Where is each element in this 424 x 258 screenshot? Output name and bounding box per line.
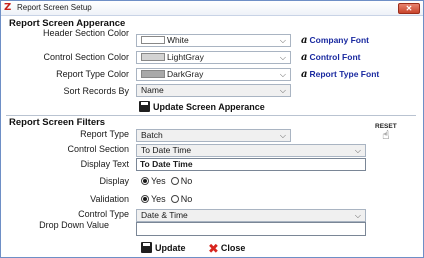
dropdown-value-textarea[interactable]: [136, 222, 366, 236]
report-type-color-label: Report Type Color: [56, 69, 129, 79]
radio-checked-icon: [141, 177, 149, 185]
report-type-value: Batch: [141, 130, 163, 140]
control-color-dropdown[interactable]: LightGray ⌵: [136, 51, 291, 64]
red-x-icon: ✖: [208, 242, 219, 257]
control-font-label: Control Font: [309, 52, 361, 62]
font-icon: a: [301, 35, 308, 46]
update-button[interactable]: Update: [141, 242, 186, 253]
control-type-label: Control Type: [78, 209, 129, 219]
report-screen-setup-window: Z Report Screen Setup ✕ Report Screen Ap…: [0, 0, 424, 258]
close-label: Close: [220, 243, 246, 253]
company-font-label: Company Font: [309, 35, 369, 45]
radio-unchecked-icon: [170, 177, 179, 185]
validation-no-label: No: [180, 194, 193, 204]
update-appearance-button[interactable]: Update Screen Apperance: [139, 101, 265, 112]
control-color-value: LightGray: [167, 52, 204, 62]
validation-radio-group: Yes No: [141, 194, 192, 204]
control-type-value: Date & Time: [141, 210, 188, 220]
sort-records-dropdown[interactable]: Name ⌵: [136, 84, 291, 97]
update-appearance-label: Update Screen Apperance: [153, 102, 265, 112]
radio-checked-icon: [141, 195, 149, 203]
report-type-font-label: Report Type Font: [309, 69, 380, 79]
display-radio-group: Yes No: [141, 176, 192, 186]
app-icon: Z: [4, 2, 12, 13]
chevron-down-icon: ⌵: [354, 146, 361, 155]
chevron-down-icon: ⌵: [279, 131, 286, 140]
header-color-label: Header Section Color: [42, 28, 129, 38]
title-bar: Z Report Screen Setup ✕: [1, 1, 423, 16]
display-label: Display: [99, 176, 129, 186]
display-text-input[interactable]: To Date Time: [136, 158, 366, 171]
display-no-label: No: [180, 176, 193, 186]
display-no-radio[interactable]: No: [170, 176, 193, 186]
report-type-color-dropdown[interactable]: DarkGray ⌵: [136, 68, 291, 81]
control-section-label: Control Section: [67, 144, 129, 154]
validation-yes-radio[interactable]: Yes: [141, 194, 166, 204]
window-title: Report Screen Setup: [17, 3, 92, 12]
font-icon: a: [301, 69, 308, 80]
reset-button[interactable]: RESET ☝: [375, 123, 397, 142]
control-section-value: To Date Time: [141, 145, 192, 155]
company-font-button[interactable]: a Company Font: [301, 35, 369, 46]
display-text-label: Display Text: [80, 159, 129, 169]
header-color-dropdown[interactable]: White ⌵: [136, 34, 291, 47]
dropdown-value-label: Drop Down Value: [39, 220, 109, 230]
section-divider: [6, 115, 416, 116]
control-font-button[interactable]: a Control Font: [301, 52, 360, 63]
radio-unchecked-icon: [170, 195, 179, 203]
chevron-down-icon: ⌵: [354, 211, 361, 220]
filters-section-title: Report Screen Filters: [9, 117, 106, 128]
validation-yes-label: Yes: [151, 194, 166, 204]
floppy-disk-icon: [141, 242, 152, 253]
header-color-value: White: [167, 35, 189, 45]
close-button[interactable]: ✖ Close: [208, 242, 245, 257]
chevron-down-icon: ⌵: [279, 36, 286, 45]
chevron-down-icon: ⌵: [279, 70, 286, 79]
report-type-color-value: DarkGray: [167, 69, 204, 79]
chevron-down-icon: ⌵: [279, 53, 286, 62]
display-yes-label: Yes: [151, 176, 166, 186]
display-yes-radio[interactable]: Yes: [141, 176, 166, 186]
darkgray-swatch: [141, 70, 165, 78]
control-section-dropdown[interactable]: To Date Time ⌵: [136, 144, 366, 157]
validation-no-radio[interactable]: No: [170, 194, 193, 204]
report-type-label: Report Type: [80, 129, 129, 139]
window-close-button[interactable]: ✕: [398, 3, 420, 14]
update-label: Update: [155, 243, 186, 253]
hand-pointer-icon: ☝: [382, 128, 390, 142]
control-color-label: Control Section Color: [43, 52, 129, 62]
white-swatch: [141, 36, 165, 44]
font-icon: a: [301, 52, 308, 63]
sort-records-label: Sort Records By: [63, 86, 129, 96]
chevron-down-icon: ⌵: [279, 86, 286, 95]
lightgray-swatch: [141, 53, 165, 61]
report-type-dropdown[interactable]: Batch ⌵: [136, 129, 291, 142]
validation-label: Validation: [90, 194, 129, 204]
sort-records-value: Name: [141, 85, 164, 95]
report-type-font-button[interactable]: a Report Type Font: [301, 69, 379, 80]
control-type-dropdown[interactable]: Date & Time ⌵: [136, 209, 366, 222]
floppy-disk-icon: [139, 101, 150, 112]
